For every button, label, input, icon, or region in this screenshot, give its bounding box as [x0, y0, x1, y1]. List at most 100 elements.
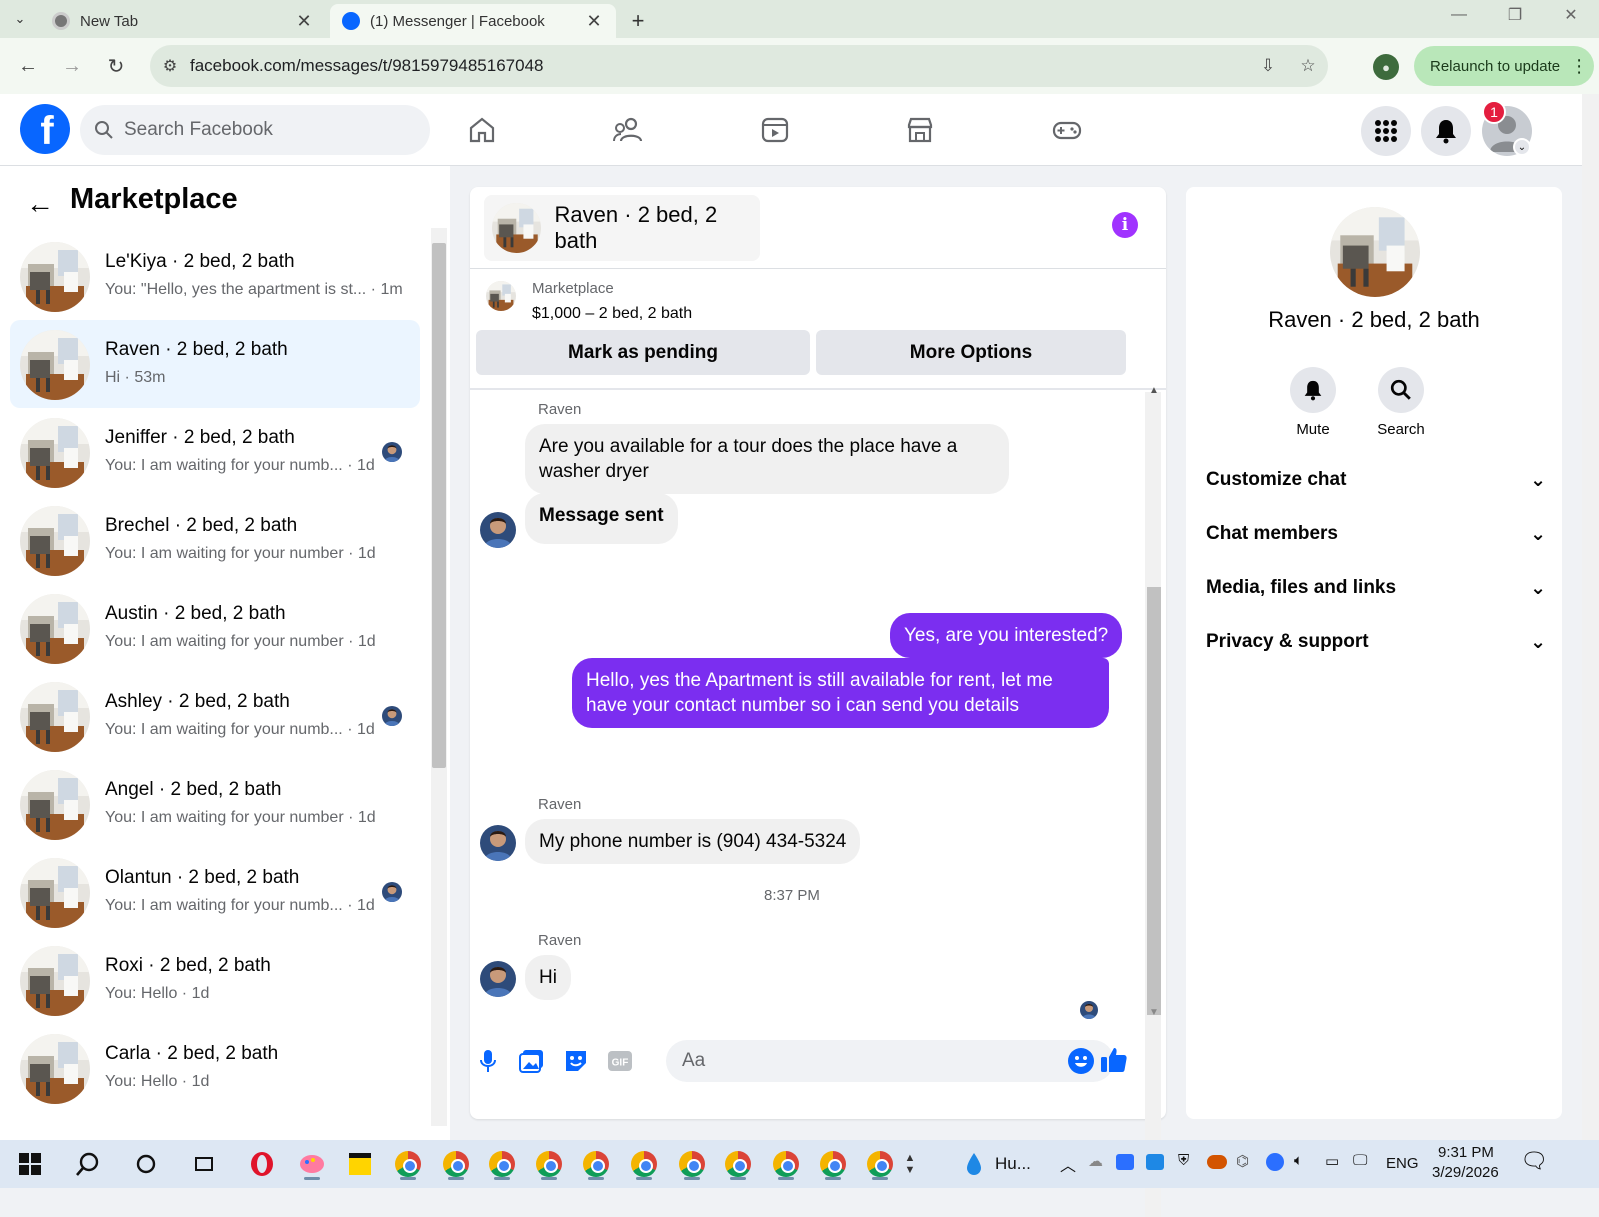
- chrome-icon[interactable]: [722, 1148, 754, 1180]
- media-files-links-section[interactable]: Media, files and links ⌄: [1206, 568, 1546, 608]
- incoming-message[interactable]: My phone number is (904) 434-5324: [525, 819, 861, 864]
- outgoing-message[interactable]: Yes, are you interested?: [890, 613, 1123, 658]
- chrome-icon[interactable]: [864, 1148, 896, 1180]
- omnibox[interactable]: ⚙ facebook.com/messages/t/98159794851670…: [150, 45, 1328, 87]
- show-hidden-icons-chevron-icon[interactable]: ︿: [1060, 1152, 1076, 1176]
- chrome-icon[interactable]: [440, 1148, 472, 1180]
- video-icon[interactable]: [755, 110, 795, 150]
- restore-icon[interactable]: ❐: [1487, 0, 1543, 30]
- close-window-icon[interactable]: ✕: [1543, 0, 1599, 30]
- display-icon[interactable]: 🖵︎: [1353, 1152, 1367, 1169]
- conversation-item[interactable]: Austin · 2 bed, 2 bath You: I am waiting …: [10, 584, 420, 672]
- tab-new-tab[interactable]: New Tab ✕: [40, 4, 326, 38]
- taskbar-overflow-chevron-icon[interactable]: ▲ ▼: [900, 1148, 920, 1180]
- account-chevron-down-icon[interactable]: ⌄: [1513, 138, 1531, 156]
- weather-label[interactable]: Hu...: [995, 1154, 1031, 1174]
- back-arrow-icon[interactable]: ←: [26, 188, 54, 220]
- more-options-button[interactable]: More Options: [816, 330, 1126, 375]
- conversation-item[interactable]: Roxi · 2 bed, 2 bath You: Hello · 1d: [10, 936, 420, 1024]
- back-arrow-icon[interactable]: ←: [6, 46, 50, 86]
- tray-app-icon[interactable]: [1207, 1155, 1227, 1169]
- emoji-icon[interactable]: [1068, 1048, 1094, 1074]
- search-icon[interactable]: [72, 1148, 104, 1180]
- menu-grid-button[interactable]: [1361, 106, 1411, 156]
- windows-start-icon[interactable]: [14, 1148, 46, 1180]
- camera-icon[interactable]: ▭: [1325, 1152, 1339, 1170]
- close-tab-icon[interactable]: ✕: [294, 11, 314, 32]
- gif-icon[interactable]: GIF: [603, 1044, 637, 1078]
- forward-arrow-icon[interactable]: →: [50, 46, 94, 86]
- sender-avatar[interactable]: [480, 825, 516, 861]
- notification-center-icon[interactable]: 🗨︎: [1520, 1148, 1548, 1174]
- sender-avatar[interactable]: [480, 512, 516, 548]
- scroll-down-arrow-icon[interactable]: ▼: [1149, 1007, 1159, 1018]
- chrome-icon[interactable]: [580, 1148, 612, 1180]
- tray-app-icon[interactable]: [1116, 1154, 1134, 1170]
- listing-price[interactable]: $1,000 – 2 bed, 2 bath: [532, 305, 692, 323]
- url-text[interactable]: facebook.com/messages/t/9815979485167048: [190, 56, 1248, 76]
- chrome-icon[interactable]: [628, 1148, 660, 1180]
- install-app-icon[interactable]: ⇩: [1248, 56, 1288, 76]
- chrome-icon[interactable]: [676, 1148, 708, 1180]
- task-view-icon[interactable]: [188, 1148, 220, 1180]
- clock-date[interactable]: 3/29/2026: [1432, 1164, 1499, 1181]
- weather-drop-icon[interactable]: [958, 1148, 990, 1180]
- conversation-item[interactable]: Le'Kiya · 2 bed, 2 bath You: "Hello, yes …: [10, 232, 420, 320]
- scroll-up-arrow-icon[interactable]: ▲: [1149, 385, 1159, 396]
- minimize-icon[interactable]: —: [1431, 0, 1487, 30]
- chrome-icon[interactable]: [817, 1148, 849, 1180]
- close-tab-icon[interactable]: ✕: [584, 11, 604, 32]
- customize-chat-section[interactable]: Customize chat ⌄: [1206, 460, 1546, 500]
- mark-as-pending-button[interactable]: Mark as pending: [476, 330, 810, 375]
- microphone-icon[interactable]: [471, 1044, 505, 1078]
- facebook-logo-icon[interactable]: f: [20, 104, 70, 154]
- chat-scroll-thumb[interactable]: [1147, 587, 1161, 1015]
- page-scrollbar[interactable]: [1582, 94, 1599, 1140]
- chrome-icon[interactable]: [392, 1148, 424, 1180]
- clock-time[interactable]: 9:31 PM: [1438, 1144, 1494, 1161]
- tab-messenger[interactable]: (1) Messenger | Facebook ✕: [330, 4, 616, 38]
- browser-menu-icon[interactable]: ⋮: [1570, 56, 1588, 77]
- tray-app-icon[interactable]: [1146, 1154, 1164, 1170]
- security-shield-icon[interactable]: ⛨: [1178, 1152, 1189, 1169]
- conversation-item[interactable]: Angel · 2 bed, 2 bath You: I am waiting f…: [10, 760, 420, 848]
- info-icon[interactable]: i: [1112, 212, 1138, 238]
- notifications-button[interactable]: [1421, 106, 1471, 156]
- conversation-item[interactable]: Raven · 2 bed, 2 bath Hi · 53m: [10, 320, 420, 408]
- gaming-icon[interactable]: [1047, 110, 1087, 150]
- incoming-message[interactable]: Are you available for a tour does the pl…: [525, 424, 1009, 494]
- tray-app-icon[interactable]: [1266, 1153, 1284, 1171]
- network-icon[interactable]: ⌬: [1236, 1152, 1249, 1170]
- listing-thumbnail[interactable]: [486, 281, 516, 311]
- chrome-icon[interactable]: [486, 1148, 518, 1180]
- marketplace-icon[interactable]: [900, 110, 940, 150]
- language-indicator[interactable]: ENG: [1386, 1155, 1419, 1172]
- sticker-icon[interactable]: [559, 1044, 593, 1078]
- thumbs-up-icon[interactable]: [1097, 1043, 1131, 1077]
- search-facebook-input[interactable]: Search Facebook: [80, 105, 430, 155]
- tab-search-chevron-icon[interactable]: ⌄: [0, 0, 40, 38]
- chat-header-button[interactable]: Raven · 2 bed, 2 bath: [484, 195, 760, 261]
- conversation-item[interactable]: Carla · 2 bed, 2 bath You: Hello · 1d: [10, 1024, 420, 1112]
- conversation-item[interactable]: Brechel · 2 bed, 2 bath You: I am waiting…: [10, 496, 420, 584]
- mute-button[interactable]: Mute: [1278, 367, 1348, 438]
- paint-icon[interactable]: [296, 1148, 328, 1180]
- home-icon[interactable]: [462, 110, 502, 150]
- reload-icon[interactable]: ↻: [94, 46, 138, 86]
- incoming-message[interactable]: Message sent: [525, 493, 678, 544]
- conversation-item[interactable]: Jeniffer · 2 bed, 2 bath You: I am waitin…: [10, 408, 420, 496]
- conversation-item[interactable]: Olantun · 2 bed, 2 bath You: I am waiting…: [10, 848, 420, 936]
- conversation-item[interactable]: Ashley · 2 bed, 2 bath You: I am waiting …: [10, 672, 420, 760]
- conversation-list-scroll-thumb[interactable]: [432, 243, 446, 768]
- photo-icon[interactable]: [515, 1044, 549, 1078]
- opera-icon[interactable]: [246, 1148, 278, 1180]
- bookmark-star-icon[interactable]: ☆: [1288, 56, 1328, 76]
- browser-profile-icon[interactable]: ●: [1373, 54, 1399, 80]
- search-in-chat-button[interactable]: Search: [1366, 367, 1436, 438]
- outgoing-message[interactable]: Hello, yes the Apartment is still availa…: [572, 658, 1109, 728]
- site-info-icon[interactable]: ⚙: [150, 56, 190, 76]
- volume-icon[interactable]: 🔈︎: [1294, 1152, 1303, 1169]
- new-tab-plus-icon[interactable]: +: [620, 4, 656, 38]
- chrome-icon[interactable]: [770, 1148, 802, 1180]
- chrome-icon[interactable]: [533, 1148, 565, 1180]
